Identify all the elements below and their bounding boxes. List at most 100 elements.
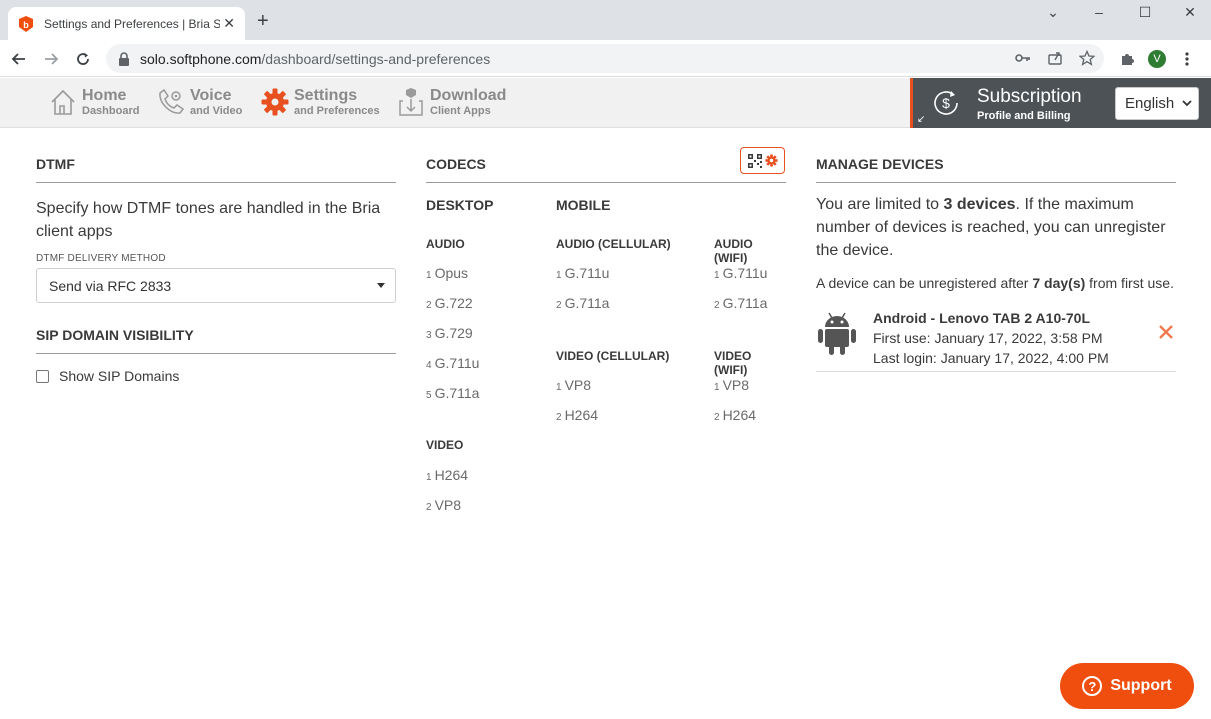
desktop-audio-title: AUDIO bbox=[426, 237, 465, 251]
browser-titlebar: b Settings and Preferences | Bria Solo ✕… bbox=[0, 0, 1211, 40]
mobile-audio-cellular-title: AUDIO (CELLULAR) bbox=[556, 237, 671, 251]
nav-voice[interactable]: Voice and Video bbox=[156, 86, 242, 118]
reload-icon[interactable] bbox=[72, 48, 94, 70]
subscription-dollar-icon: $ bbox=[934, 91, 958, 115]
mobile-video-wifi-title: VIDEO (WIFI) bbox=[714, 349, 752, 377]
nav-home[interactable]: Home Dashboard bbox=[48, 86, 139, 118]
remove-device-close-icon[interactable] bbox=[1158, 324, 1174, 340]
codec-item[interactable]: 2 VP8 bbox=[426, 497, 461, 513]
sip-title: SIP DOMAIN VISIBILITY bbox=[36, 321, 396, 354]
window-close-icon[interactable]: ✕ bbox=[1180, 4, 1200, 21]
codec-index: 1 bbox=[556, 270, 562, 281]
codec-item[interactable]: 1 H264 bbox=[426, 467, 468, 483]
codec-name: Opus bbox=[434, 265, 469, 281]
dtmf-column: DTMF Specify how DTMF tones are handled … bbox=[36, 150, 396, 384]
extensions-puzzle-icon[interactable] bbox=[1118, 50, 1136, 68]
caret-down-icon bbox=[377, 283, 385, 288]
url-text: solo.softphone.com/dashboard/settings-an… bbox=[140, 51, 490, 67]
codec-item[interactable]: 4 G.711u bbox=[426, 355, 479, 371]
nav-download[interactable]: Download Client Apps bbox=[396, 86, 506, 118]
svg-text:b: b bbox=[23, 20, 29, 30]
gear-icon bbox=[764, 154, 778, 167]
dtmf-delivery-select[interactable]: Send via RFC 2833 bbox=[36, 268, 396, 303]
home-icon bbox=[48, 86, 78, 118]
codecs-title: CODECS bbox=[426, 150, 786, 183]
browser-menu-icon[interactable] bbox=[1178, 50, 1196, 68]
manage-devices-column: MANAGE DEVICES You are limited to 3 devi… bbox=[816, 150, 1176, 372]
nav-settings[interactable]: Settings and Preferences bbox=[260, 86, 380, 118]
codec-name: G.711a bbox=[564, 295, 610, 311]
device-first-use: First use: January 17, 2022, 3:58 PM bbox=[873, 330, 1103, 346]
codec-item[interactable]: 5 G.711a bbox=[426, 385, 479, 401]
bookmark-star-icon[interactable] bbox=[1078, 49, 1096, 67]
codec-item[interactable]: 2 G.722 bbox=[426, 295, 473, 311]
device-last-login: Last login: January 17, 2022, 4:00 PM bbox=[873, 350, 1109, 366]
android-icon bbox=[818, 312, 856, 355]
help-question-icon: ? bbox=[1082, 676, 1103, 696]
codec-index: 1 bbox=[426, 270, 432, 281]
download-icon bbox=[396, 86, 426, 118]
codec-index: 2 bbox=[426, 502, 432, 513]
qr-code-icon bbox=[747, 153, 762, 168]
codec-item[interactable]: 2 G.711a bbox=[714, 295, 767, 311]
codec-index: 5 bbox=[426, 390, 432, 401]
tab-title: Settings and Preferences | Bria Solo bbox=[44, 16, 220, 31]
codec-name: G.722 bbox=[434, 295, 473, 311]
unregister-note-prefix: A device can be unregistered after bbox=[816, 275, 1033, 291]
codec-name: G.711a bbox=[434, 385, 480, 401]
dtmf-title: DTMF bbox=[36, 150, 396, 183]
device-limit-value: 3 devices bbox=[943, 196, 1016, 213]
subscription-label: Subscription bbox=[977, 86, 1082, 107]
codec-item[interactable]: 1 Opus bbox=[426, 265, 468, 281]
back-arrow-icon[interactable] bbox=[8, 48, 30, 70]
language-value: English bbox=[1125, 95, 1175, 112]
window-minimize-icon[interactable]: – bbox=[1089, 4, 1109, 20]
codec-name: VP8 bbox=[722, 377, 750, 393]
window-maximize-icon[interactable]: ☐ bbox=[1135, 4, 1155, 21]
codec-index: 4 bbox=[426, 360, 432, 371]
codec-index: 3 bbox=[426, 330, 432, 341]
codec-name: VP8 bbox=[434, 497, 462, 513]
language-select[interactable]: English bbox=[1115, 87, 1199, 120]
codec-item[interactable]: 2 G.711a bbox=[556, 295, 609, 311]
codec-name: G.729 bbox=[434, 325, 473, 341]
codec-item[interactable]: 1 VP8 bbox=[556, 377, 591, 393]
key-icon[interactable] bbox=[1014, 49, 1032, 67]
unregister-note-value: 7 day(s) bbox=[1032, 275, 1086, 291]
window-tabsearch-icon[interactable]: ⌄ bbox=[1043, 4, 1063, 21]
codec-item[interactable]: 2 H264 bbox=[556, 407, 598, 423]
profile-avatar[interactable]: V bbox=[1148, 50, 1166, 68]
codec-item[interactable]: 1 VP8 bbox=[714, 377, 749, 393]
codec-index: 1 bbox=[714, 270, 720, 281]
forward-arrow-icon[interactable] bbox=[40, 48, 62, 70]
dtmf-field-label: DTMF DELIVERY METHOD bbox=[36, 253, 166, 264]
nav-download-label: Download bbox=[430, 86, 507, 104]
chevron-down-icon bbox=[1182, 100, 1192, 107]
codec-item[interactable]: 1 G.711u bbox=[714, 265, 767, 281]
codec-item[interactable]: 2 H264 bbox=[714, 407, 756, 423]
codec-item[interactable]: 3 G.729 bbox=[426, 325, 473, 341]
lock-icon bbox=[119, 51, 129, 66]
nav-settings-label: Settings bbox=[294, 86, 358, 104]
codec-index: 2 bbox=[556, 300, 562, 311]
browser-tab[interactable]: b Settings and Preferences | Bria Solo ✕ bbox=[8, 7, 245, 40]
dtmf-description: Specify how DTMF tones are handled in th… bbox=[36, 200, 381, 240]
codec-index: 2 bbox=[426, 300, 432, 311]
device-limit-text: You are limited to 3 devices. If the max… bbox=[816, 193, 1176, 262]
browser-toolbar: solo.softphone.com/dashboard/settings-an… bbox=[0, 40, 1211, 77]
show-sip-domains-label: Show SIP Domains bbox=[59, 368, 180, 384]
mobile-audio-wifi-title: AUDIO (WIFI) bbox=[714, 237, 753, 265]
codec-name: VP8 bbox=[564, 377, 592, 393]
codecs-mobile-title: MOBILE bbox=[556, 197, 611, 213]
show-sip-domains-checkbox[interactable] bbox=[36, 369, 49, 383]
share-icon[interactable] bbox=[1046, 49, 1064, 67]
codec-name: G.711a bbox=[722, 295, 768, 311]
codec-settings-button[interactable] bbox=[740, 147, 785, 174]
codecs-column: CODECS DESKTOP MOBILE AUDIO 1 Opus 2 G.722… bbox=[426, 147, 786, 530]
show-sip-domains-row[interactable]: Show SIP Domains bbox=[36, 368, 396, 384]
support-button[interactable]: ? Support bbox=[1060, 663, 1194, 709]
codec-item[interactable]: 1 G.711u bbox=[556, 265, 609, 281]
tab-close-icon[interactable]: ✕ bbox=[223, 16, 235, 30]
address-bar[interactable]: solo.softphone.com/dashboard/settings-an… bbox=[106, 44, 1104, 73]
new-tab-icon[interactable]: + bbox=[257, 11, 269, 31]
